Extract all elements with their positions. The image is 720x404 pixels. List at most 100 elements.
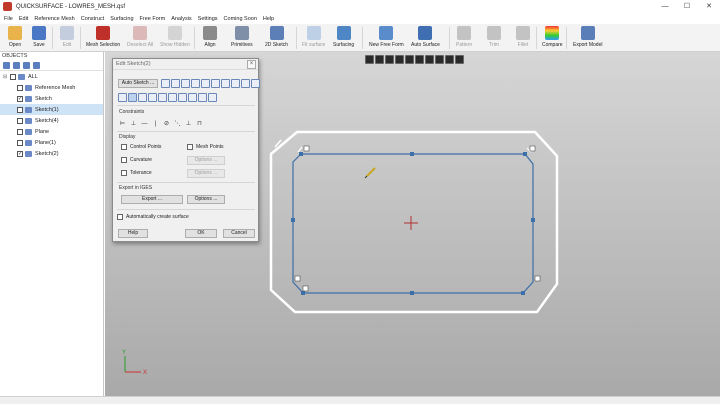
trim-button[interactable]: Trim [487,26,501,48]
tangent-constraint-icon[interactable]: ⊘ [163,121,170,128]
compare-button[interactable]: Compare [542,26,563,48]
mirror-tool-icon[interactable] [211,79,220,88]
arc3-tool-icon[interactable] [178,93,187,102]
fillet-icon [516,26,530,40]
rotate-tool-icon[interactable] [201,79,210,88]
visibility-checkbox[interactable] [17,106,23,113]
fit-surface-button[interactable]: Fit surface [302,26,325,48]
menu-construct[interactable]: Construct [81,16,105,22]
spline2-tool-icon[interactable] [208,93,217,102]
grid-tool-icon[interactable] [221,79,230,88]
export-options-button[interactable]: Options ... [187,195,225,204]
menu-reference-mesh[interactable]: Reference Mesh [34,16,74,22]
object-type-icon [25,84,32,91]
maximize-button[interactable]: ☐ [676,0,698,13]
menu-help[interactable]: Help [263,16,274,22]
spline-tool-icon[interactable] [251,79,260,88]
primitives-button[interactable]: Primitives [231,26,253,48]
list-view-icon[interactable] [13,62,20,69]
offset-tool-icon[interactable] [231,79,240,88]
axis-y-label: Y [122,350,126,356]
tree-item[interactable]: Plane(1) [0,137,103,148]
circle-tool-icon[interactable] [148,93,157,102]
export-model-button[interactable]: Export Model [573,26,602,48]
tree-item[interactable]: ⊟ ALL [0,71,103,82]
menu-file[interactable]: File [4,16,13,22]
2d-sketch-button[interactable]: 2D Sketch [265,26,288,48]
auto-sketch-button[interactable]: Auto Sketch ... [118,79,158,88]
close-button[interactable]: ✕ [698,0,720,13]
menu-free-form[interactable]: Free Form [140,16,166,22]
fix-constraint-icon[interactable]: ⊥ [185,121,192,128]
expand-icon[interactable] [23,62,30,69]
help-button[interactable]: Help [118,229,148,238]
tree-item[interactable]: ✓ Sketch [0,93,103,104]
line-tool-icon[interactable] [171,79,180,88]
circle2-tool-icon[interactable] [158,93,167,102]
coincident-constraint-icon[interactable]: ⋱ [174,121,181,128]
show-hidden-button[interactable]: Show Hidden [160,26,190,48]
status-bar [0,396,720,404]
visibility-checkbox[interactable] [17,139,23,146]
arc-center-tool-icon[interactable] [188,93,197,102]
visibility-checkbox[interactable] [10,73,16,80]
auto-create-surface-checkbox[interactable]: Automatically create surface [117,214,189,220]
visibility-checkbox[interactable] [17,84,23,91]
menu-analysis[interactable]: Analysis [171,16,191,22]
curvature-checkbox[interactable]: Curvature [121,157,152,163]
fit-tool-icon[interactable] [241,79,250,88]
tree-view-icon[interactable] [3,62,10,69]
tolerance-options-button[interactable]: Options ... [187,169,225,178]
objects-title: OBJECTS [2,53,28,59]
perpendicular-constraint-icon[interactable]: ⊥ [130,121,137,128]
tree-item[interactable]: Sketch(1) [0,104,103,115]
mesh-selection-button[interactable]: Mesh Selection [86,26,120,48]
rectangle-tool-icon[interactable] [138,93,147,102]
dialog-close-button[interactable]: × [247,60,256,69]
align-button[interactable]: Align [203,26,217,48]
fillet-button[interactable]: Fillet [516,26,530,48]
tree-item[interactable]: Plane [0,126,103,137]
vertical-constraint-icon[interactable]: | [152,121,159,128]
visibility-checkbox[interactable]: ✓ [17,95,23,102]
slot-tool-icon[interactable] [198,93,207,102]
visibility-checkbox[interactable] [17,117,23,124]
surfacing-button[interactable]: Surfacing [333,26,354,48]
line-draw-tool-icon[interactable] [128,93,137,102]
filter-icon[interactable] [33,62,40,69]
tree-item[interactable]: Reference Mesh [0,82,103,93]
pencil-cursor-icon [364,167,376,179]
menu-coming-soon[interactable]: Coming Soon [224,16,257,22]
tree-item[interactable]: Sketch(4) [0,115,103,126]
visibility-checkbox[interactable]: ✓ [17,150,23,157]
export-button[interactable]: Export ... [121,195,183,204]
curvature-options-button[interactable]: Options ... [187,156,225,165]
mesh-points-checkbox[interactable]: Mesh Points [187,144,224,150]
arc-tool-icon[interactable] [191,79,200,88]
open-button[interactable]: Open [8,26,22,48]
control-points-checkbox[interactable]: Control Points [121,144,161,150]
select-tool-icon[interactable] [161,79,170,88]
menu-surfacing[interactable]: Surfacing [110,16,133,22]
ok-button[interactable]: OK [185,229,217,238]
polyline-tool-icon[interactable] [118,93,127,102]
visibility-checkbox[interactable] [17,128,23,135]
deselect-all-button[interactable]: Deselect All [127,26,153,48]
minimize-button[interactable]: — [654,0,676,13]
save-button[interactable]: Save [32,26,46,48]
menu-edit[interactable]: Edit [19,16,28,22]
delete-tool-icon[interactable] [181,79,190,88]
horizontal-constraint-icon[interactable]: — [141,121,148,128]
auto-surface-button[interactable]: Auto Surface [411,26,440,48]
tree-item[interactable]: ✓ Sketch(2) [0,148,103,159]
expander-icon[interactable]: ⊟ [3,74,9,80]
pattern-button[interactable]: Pattern [456,26,472,48]
menu-settings[interactable]: Settings [198,16,218,22]
edit-button[interactable]: Edit [60,26,74,48]
new-free-form-button[interactable]: New Free Form [369,26,404,48]
parallel-constraint-icon[interactable]: ⊨ [119,121,126,128]
equal-constraint-icon[interactable]: ⊓ [196,121,203,128]
ellipse-tool-icon[interactable] [168,93,177,102]
tolerance-checkbox[interactable]: Tolerance [121,170,152,176]
cancel-button[interactable]: Cancel [223,229,255,238]
